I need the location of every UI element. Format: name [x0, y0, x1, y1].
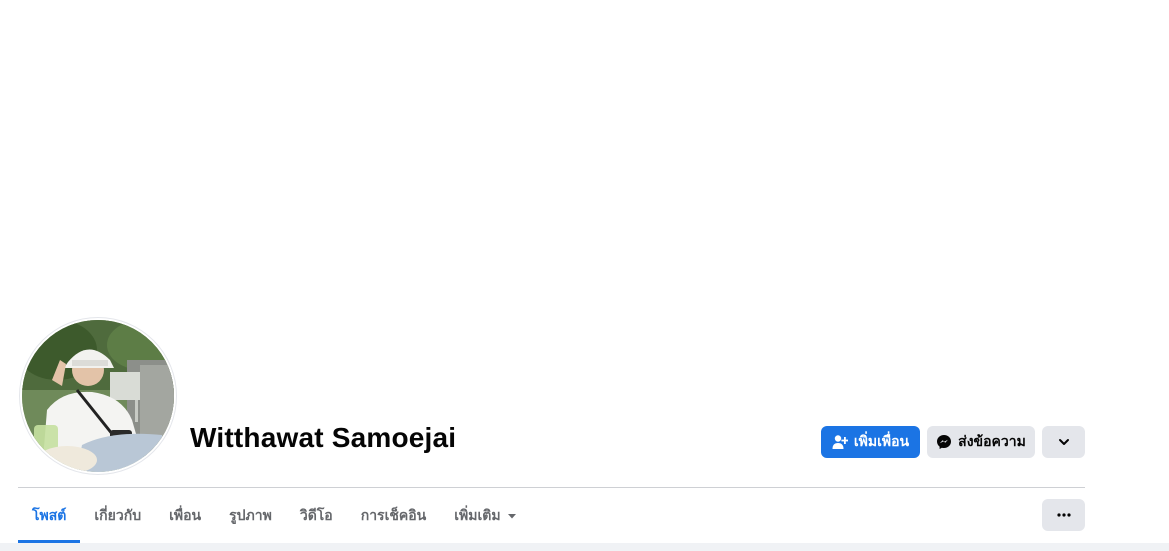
- tab-label: เพื่อน: [169, 507, 202, 523]
- messenger-icon: [936, 434, 952, 450]
- profile-avatar[interactable]: [20, 318, 176, 474]
- profile-tabs: โพสต์ เกี่ยวกับ เพื่อน รูปภาพ วิดีโอ การ…: [18, 489, 531, 543]
- tab-label: รูปภาพ: [229, 507, 272, 523]
- more-options-button[interactable]: [1042, 499, 1085, 531]
- tab-friends[interactable]: เพื่อน: [155, 489, 215, 543]
- message-button[interactable]: ส่งข้อความ: [927, 426, 1035, 458]
- add-friend-label: เพิ่มเพื่อน: [853, 433, 910, 449]
- tab-checkins[interactable]: การเช็คอิน: [347, 489, 441, 543]
- ellipsis-icon: [1056, 513, 1071, 517]
- tab-label: การเช็คอิน: [360, 507, 427, 523]
- caret-down-icon: [507, 511, 517, 521]
- tab-label: เพิ่มเติม: [454, 507, 501, 523]
- add-friend-button[interactable]: เพิ่มเพื่อน: [821, 426, 920, 458]
- tab-more[interactable]: เพิ่มเติม: [440, 489, 530, 543]
- tab-label: วิดีโอ: [299, 507, 333, 523]
- person-add-icon: [832, 434, 848, 450]
- profile-divider: [18, 487, 1085, 488]
- profile-name: Witthawat Samoejai: [190, 422, 457, 453]
- profile-options-dropdown-button[interactable]: [1042, 426, 1085, 458]
- cover-photo[interactable]: [0, 0, 1169, 400]
- tab-label: เกี่ยวกับ: [94, 507, 142, 523]
- message-label: ส่งข้อความ: [958, 433, 1026, 449]
- tab-posts[interactable]: โพสต์: [18, 489, 81, 543]
- chevron-down-icon: [1058, 436, 1070, 448]
- tab-label: โพสต์: [32, 507, 67, 523]
- tab-videos[interactable]: วิดีโอ: [286, 489, 347, 543]
- page-background-strip: [0, 543, 1169, 551]
- tab-photos[interactable]: รูปภาพ: [215, 489, 286, 543]
- avatar-photo: [22, 320, 174, 472]
- tab-about[interactable]: เกี่ยวกับ: [80, 489, 155, 543]
